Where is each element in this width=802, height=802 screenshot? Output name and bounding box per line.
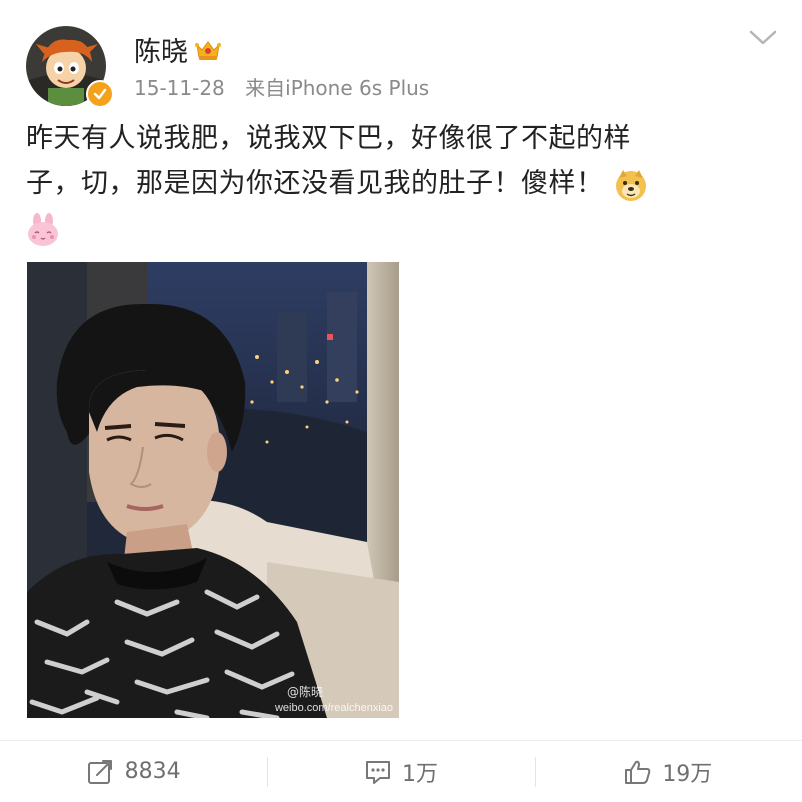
post-text-line-2-wrap: 子，切，那是因为你还没看见我的肚子！傻样！ (26, 161, 766, 206)
username[interactable]: 陈晓 (134, 30, 188, 69)
comment-icon (365, 760, 390, 784)
comment-button[interactable]: 1万 (267, 741, 534, 802)
crown-vip-icon[interactable] (194, 38, 222, 62)
post-photo[interactable]: @陈晓 weibo.com/realchenxiao (27, 262, 399, 718)
post-source[interactable]: 来自iPhone 6s Plus (245, 76, 429, 100)
selfie-photo-image (27, 262, 399, 718)
verified-badge-icon (86, 80, 114, 108)
repost-button[interactable]: 8834 (0, 741, 267, 802)
photo-watermark-logo: @陈晓 (286, 685, 323, 699)
post-text: 昨天有人说我肥，说我双下巴，好像很了不起的样 子，切，那是因为你还没看见我的肚子… (26, 116, 766, 251)
post-text-line-1: 昨天有人说我肥，说我双下巴，好像很了不起的样 (26, 123, 631, 154)
chevron-down-icon[interactable] (748, 26, 778, 48)
name-row: 陈晓 (134, 30, 222, 69)
action-bar: 8834 1万 19万 (0, 741, 802, 802)
doge-emoji-icon (615, 169, 646, 201)
comment-count: 1万 (401, 761, 438, 787)
photo-watermark: weibo.com/realchenxiao (274, 702, 393, 714)
repost-count: 8834 (124, 759, 181, 784)
thumbs-up-icon (625, 760, 651, 784)
weibo-post: 陈晓 15-11-28 来自iPhone 6s Plus 昨天有人说我肥，说我双… (0, 0, 802, 802)
post-date: 15-11-28 (134, 76, 225, 100)
rabbit-emoji-icon (28, 212, 58, 246)
post-text-line-3 (26, 206, 766, 251)
post-text-line-2: 子，切，那是因为你还没看见我的肚子！傻样！ (26, 168, 604, 199)
post-meta: 15-11-28 来自iPhone 6s Plus (134, 72, 429, 101)
repost-icon (87, 759, 112, 784)
like-count: 19万 (662, 761, 713, 787)
like-button[interactable]: 19万 (534, 741, 802, 802)
